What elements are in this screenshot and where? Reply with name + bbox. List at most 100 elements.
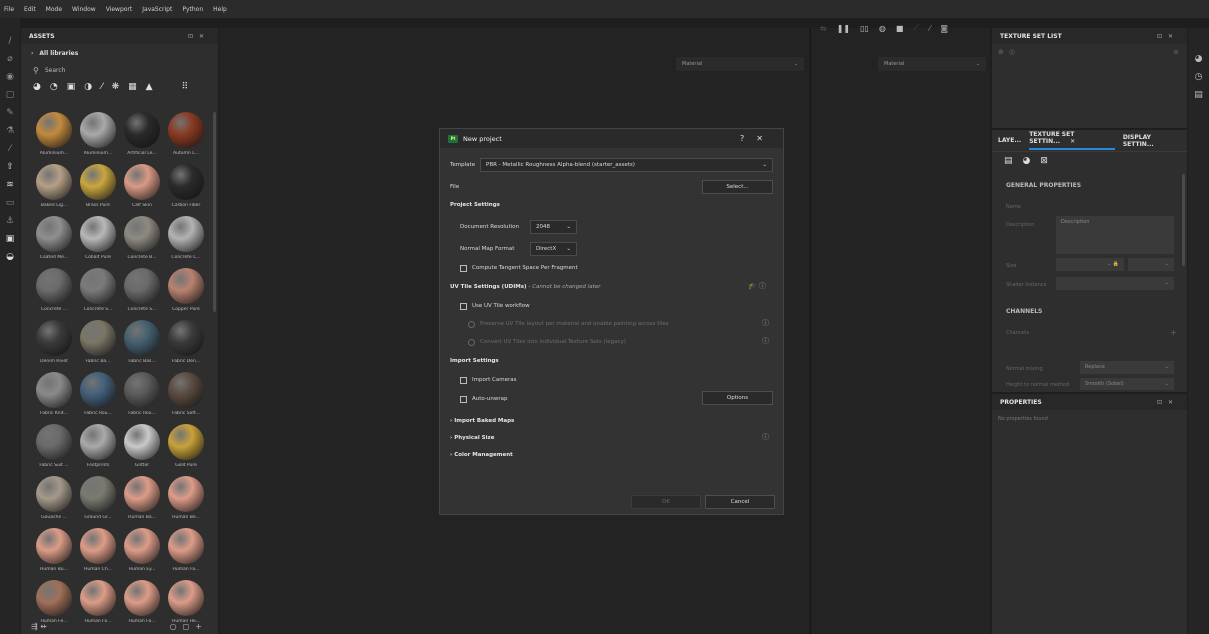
material-tile[interactable]: Fabric Rou... [121,372,163,422]
grid-view-icon[interactable]: ⠿ [182,82,189,92]
menu-item-file[interactable]: File [4,6,14,13]
info-icon[interactable]: ⓘ [762,318,769,328]
size-select-2[interactable]: ⌄ [1128,258,1174,271]
physical-size-section[interactable]: › Physical Size [450,431,494,445]
menu-item-window[interactable]: Window [72,6,96,13]
select-file-button[interactable]: Select... [702,180,773,194]
panel-controls-icon[interactable]: ⊡✕ [1157,399,1179,406]
preserve-uv-radio[interactable]: Preserve UV Tile layout per material and… [468,318,669,330]
menu-icon[interactable]: ≡ [1173,48,1179,56]
material-tile[interactable]: Fabric Soft... [165,372,207,422]
tab-texture-set-settings[interactable]: TEXTURE SET SETTIN... ✕ [1029,131,1115,150]
menu-item-javascript[interactable]: JavaScript [142,6,172,13]
material-tile[interactable]: Copper Pure [165,268,207,318]
material-tile[interactable]: Concrete B... [121,216,163,266]
material-tile[interactable]: Gouache ... [33,476,75,526]
material-tile[interactable]: Concrete S... [121,268,163,318]
tab-display-settings[interactable]: DISPLAY SETTIN... [1123,134,1179,148]
material-select-3d[interactable]: Material ⌄ [676,57,804,71]
texture-set-icon[interactable]: ◕ [1188,50,1209,68]
material-tile[interactable]: Denim Rivet [33,320,75,370]
add-channel-icon[interactable]: + [1170,328,1177,337]
environment-icon[interactable]: ◍ [879,24,886,33]
viewport-2d[interactable] [810,28,990,634]
material-tile[interactable]: Cobalt Pure [77,216,119,266]
material-tile[interactable]: Coated Me... [33,216,75,266]
lock-icon[interactable]: 🔒 [1113,261,1119,267]
description-field[interactable]: Description [1056,216,1174,254]
library-selector[interactable]: › All libraries [21,44,218,62]
menu-item-help[interactable]: Help [213,6,227,13]
eraser-icon[interactable]: ⌀ [0,50,20,68]
material-tile[interactable]: Footprints [77,424,119,474]
help-close-icons[interactable]: ?✕ [740,134,775,143]
material-tile[interactable]: Concrete ... [33,268,75,318]
material-tile[interactable]: Brass Pure [77,164,119,214]
material-tile[interactable]: Fabric Den... [165,320,207,370]
material-tile[interactable]: Baked Lig... [33,164,75,214]
uv-icon[interactable]: ⊠ [1040,156,1048,166]
layer-icon[interactable]: ≋ [0,176,20,194]
particle-filter-icon[interactable]: ❋ [112,82,120,92]
material-tile[interactable]: Fabric Knit... [33,372,75,422]
anchor-icon[interactable]: ⚓ [0,212,20,230]
brush-filter-icon[interactable]: ⁄ [101,82,103,92]
size-select[interactable]: ⌄ 🔒 [1056,258,1124,271]
settings-scrollbar[interactable] [1182,174,1185,266]
material-tile[interactable]: Human Ch... [77,528,119,578]
normal-map-format-select[interactable]: DirectX ⌄ [530,242,577,256]
stamp-icon[interactable]: ◙ [940,24,948,33]
import-cameras-checkbox[interactable]: Import Cameras [460,374,516,386]
paint-brush-icon[interactable]: / [0,32,20,50]
mask-filter-icon[interactable]: ◑ [84,82,92,92]
polygon-fill-icon[interactable]: ▢ [0,86,20,104]
material-tile[interactable]: Fabric Bas... [121,320,163,370]
color-management-section[interactable]: › Color Management [450,448,513,462]
normal-mixing-select[interactable]: Replace ⌄ [1080,361,1174,374]
material-tile[interactable]: Autumn L... [165,112,207,162]
material-tile[interactable]: Human Ba... [121,476,163,526]
convert-uv-radio[interactable]: Convert UV Tiles into individual Texture… [468,336,626,348]
uv-tile-help-icons[interactable]: 🎓 ⓘ [748,281,766,291]
material-tile[interactable]: Concrete S... [77,268,119,318]
material-tile[interactable]: Gold Pure [165,424,207,474]
log-icon[interactable]: ▤ [1188,86,1209,104]
material-tile[interactable]: Artificial Le... [121,112,163,162]
info-icon[interactable]: ⓘ [762,336,769,346]
import-icon[interactable]: ⇶ ⇷ [31,622,47,631]
material-tile[interactable]: Human Be... [165,476,207,526]
import-baked-maps-section[interactable]: › Import Baked Maps [450,414,514,428]
info-icon[interactable]: ⓘ [762,432,769,442]
height-method-select[interactable]: Smooth (Sobel) ⌄ [1080,378,1174,390]
split-view-icon[interactable]: ▯▯ [860,24,869,33]
camera-icon[interactable]: ■ [896,24,904,33]
smudge-icon[interactable]: ✎ [0,104,20,122]
compute-tangent-checkbox[interactable]: Compute Tangent Space Per Fragment [460,262,578,274]
menu-item-viewport[interactable]: Viewport [106,6,133,13]
material-tile[interactable]: Fabric Ba... [77,320,119,370]
pattern-filter-icon[interactable]: ▦ [128,82,137,92]
bake-icon[interactable]: ⇧ [0,158,20,176]
material-tile[interactable]: Human Fa... [165,528,207,578]
picker-icon[interactable]: ⁄ [0,140,20,158]
display-icon[interactable]: ▣ [0,230,20,248]
material-tile[interactable]: Human Ey... [121,528,163,578]
material-tile[interactable]: Aluminium... [33,112,75,162]
shader-instance-select[interactable]: ⌄ [1056,277,1174,290]
settings-icon[interactable]: ▤ [1004,156,1013,166]
menu-item-python[interactable]: Python [182,6,203,13]
material-tile[interactable]: Glitter [121,424,163,474]
ok-button[interactable]: OK [631,495,701,509]
cancel-button[interactable]: Cancel [705,495,775,509]
smart-material-filter-icon[interactable]: ◔ [50,82,58,92]
clone-icon[interactable]: ⚗ [0,122,20,140]
search-input[interactable]: ⚲ Search [21,62,218,78]
pause-icon[interactable]: ❚❚ [837,24,850,33]
material-tile[interactable]: Aluminium... [77,112,119,162]
visibility-icons[interactable]: ⊕◎ [998,48,1020,56]
material-select-2d[interactable]: Material ⌄ [878,57,986,71]
material-tile[interactable]: Ground Gr... [77,476,119,526]
auto-unwrap-checkbox[interactable]: Auto-unwrap [460,393,507,405]
history-icon[interactable]: ◷ [1188,68,1209,86]
refresh-new-add-icons[interactable]: ○◻+ [170,622,208,631]
